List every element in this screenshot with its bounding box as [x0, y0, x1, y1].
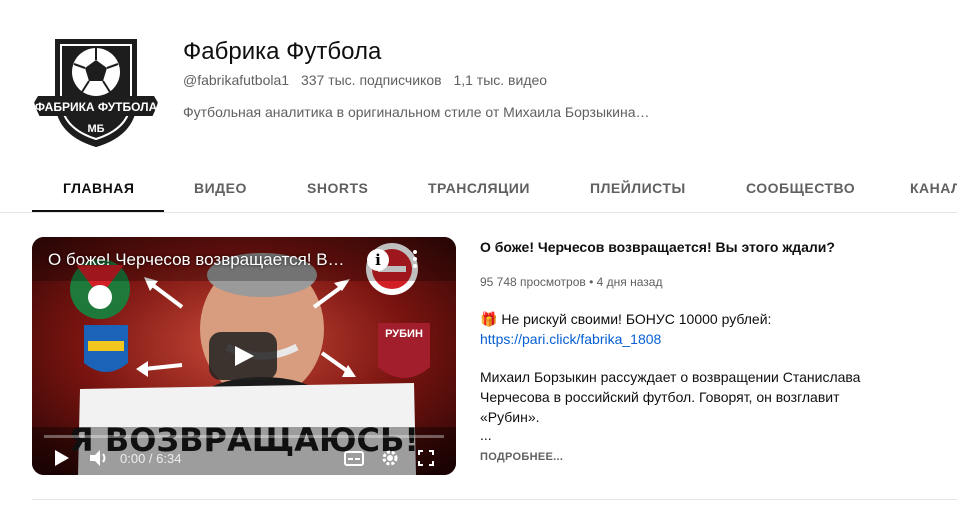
rubin-text: РУБИН	[385, 328, 423, 340]
description-line: «Рубин».	[480, 409, 540, 425]
video-count: 1,1 тыс. видео	[453, 72, 548, 88]
tab-streams[interactable]: ТРАНСЛЯЦИИ	[428, 162, 530, 212]
channel-meta: @fabrikafutbola1 337 тыс. подписчиков 1,…	[183, 72, 547, 88]
play-button[interactable]	[209, 332, 277, 380]
settings-gear-icon[interactable]	[380, 447, 400, 469]
view-count: 95 748 просмотров	[480, 275, 586, 289]
tabs-divider	[0, 212, 957, 213]
rubin-badge: РУБИН	[378, 323, 430, 378]
progress-bar[interactable]	[44, 435, 444, 438]
tab-home[interactable]: ГЛАВНАЯ	[63, 162, 134, 212]
channel-avatar[interactable]: ФАБРИКА ФУТБОЛА МБ	[32, 22, 160, 150]
channel-handle: @fabrikafutbola1	[183, 72, 290, 88]
subscriber-count: 337 тыс. подписчиков	[300, 72, 442, 88]
video-meta: 95 748 просмотров • 4 дня назад	[480, 275, 662, 289]
description-ellipsis: ...	[480, 427, 492, 443]
tab-community[interactable]: СООБЩЕСТВО	[746, 162, 855, 212]
logo-sub-text: МБ	[87, 123, 104, 135]
channel-name: Фабрика Футбола	[183, 38, 382, 65]
gift-icon: 🎁	[480, 311, 498, 327]
promo-block: 🎁 Не рискуй своими! БОНУС 10000 рублей: …	[480, 309, 771, 349]
channel-description[interactable]: Футбольная аналитика в оригинальном стил…	[183, 104, 649, 120]
time-display: 0:00 / 6:34	[120, 451, 182, 466]
video-player[interactable]: РУБИН Я ВОЗВРАЩАЮСЬ! О боже! Черчесов во…	[32, 237, 456, 475]
subtitles-icon[interactable]	[344, 447, 364, 469]
promo-text: Не рискуй своими! БОНУС 10000 рублей:	[501, 311, 772, 327]
tab-channel[interactable]: КАНАЛ	[910, 162, 957, 212]
fullscreen-icon[interactable]	[416, 447, 436, 469]
description-line: Черчесова в российский футбол. Говорят, …	[480, 389, 840, 405]
more-vert-icon[interactable]	[411, 250, 419, 270]
show-more-button[interactable]: ПОДРОБНЕЕ...	[480, 451, 563, 463]
logo-text: ФАБРИКА ФУТБОЛА	[35, 100, 158, 114]
volume-icon[interactable]	[88, 447, 110, 469]
play-icon[interactable]	[52, 447, 72, 469]
info-icon[interactable]: i	[367, 249, 389, 271]
tab-playlists[interactable]: ПЛЕЙЛИСТЫ	[590, 162, 686, 212]
tab-shorts[interactable]: SHORTS	[307, 162, 368, 212]
tab-videos[interactable]: ВИДЕО	[194, 162, 247, 212]
promo-link[interactable]: https://pari.click/fabrika_1808	[480, 329, 771, 349]
meta-dot: •	[589, 275, 594, 289]
channel-logo: ФАБРИКА ФУТБОЛА МБ	[32, 22, 160, 150]
sochi-badge	[84, 325, 128, 372]
upload-age: 4 дня назад	[596, 275, 663, 289]
description-line: Михаил Борзыкин рассуждает о возвращении…	[480, 369, 861, 385]
section-divider	[32, 499, 957, 500]
player-overlay-title[interactable]: О боже! Черчесов возвращается! В…	[48, 250, 345, 270]
video-description: Михаил Борзыкин рассуждает о возвращении…	[480, 367, 900, 427]
video-title[interactable]: О боже! Черчесов возвращается! Вы этого …	[480, 239, 835, 255]
